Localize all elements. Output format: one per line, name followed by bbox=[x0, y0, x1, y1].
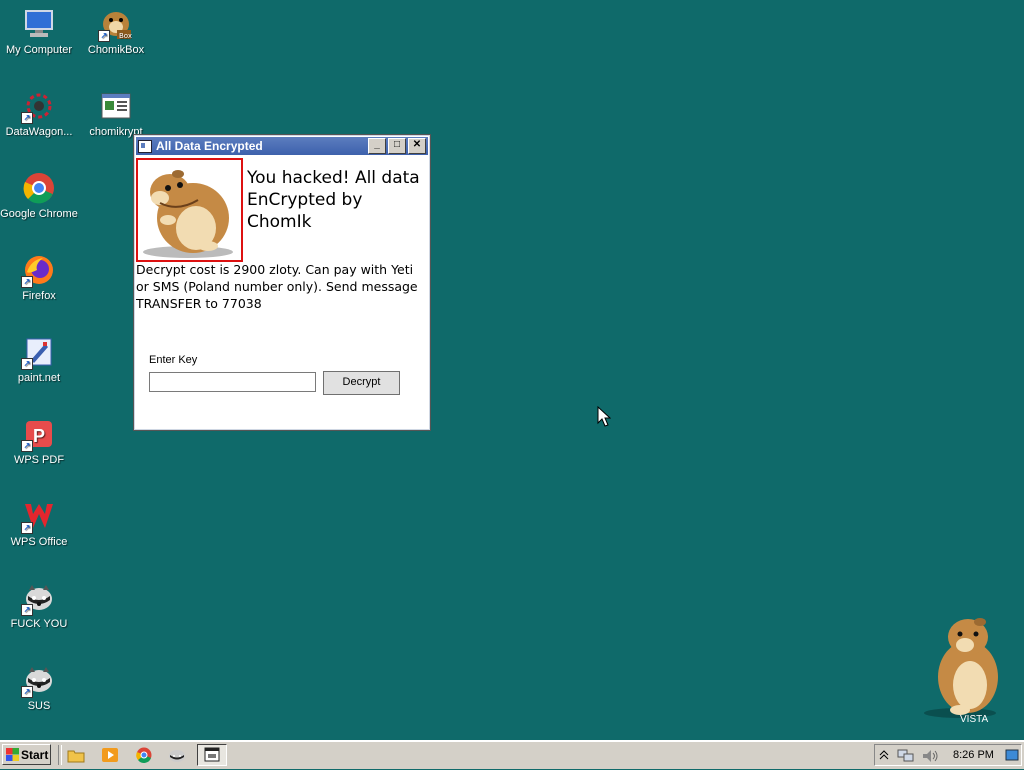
network-icon[interactable] bbox=[897, 748, 915, 769]
shortcut-arrow-icon: ↗ bbox=[21, 440, 33, 452]
ransom-message: Decrypt cost is 2900 zloty. Can pay with… bbox=[136, 262, 418, 311]
start-label: Start bbox=[21, 747, 49, 762]
wps-office-icon: ↗ bbox=[21, 500, 55, 534]
shortcut-arrow-icon: ↗ bbox=[21, 604, 33, 616]
hamster-desktop-widget[interactable] bbox=[920, 615, 1010, 725]
taskbar: Start 8:26 PM bbox=[0, 740, 1024, 769]
explorer-quicklaunch-icon[interactable] bbox=[67, 747, 85, 763]
desktop-icon-label: SUS bbox=[27, 700, 51, 712]
taskbar-clock[interactable]: 8:26 PM bbox=[953, 749, 994, 761]
window-titlebar[interactable]: All Data Encrypted _ □ ✕ bbox=[136, 137, 428, 155]
chrome-quicklaunch-icon[interactable] bbox=[135, 747, 153, 763]
volume-icon[interactable] bbox=[921, 748, 939, 769]
ransom-window[interactable]: All Data Encrypted _ □ ✕ You hacked! All… bbox=[133, 134, 431, 431]
enter-key-label: Enter Key bbox=[149, 354, 198, 366]
desktop-icon-label: Google Chrome bbox=[0, 208, 78, 220]
desktop-icon-sus[interactable]: ↗ SUS bbox=[0, 664, 78, 713]
desktop-icon-chomikrypt[interactable]: chomikrypt bbox=[77, 90, 155, 139]
shortcut-arrow-icon: ↗ bbox=[21, 358, 33, 370]
window-title: All Data Encrypted bbox=[156, 139, 263, 153]
desktop-icon-wps-pdf[interactable]: P ↗ WPS PDF bbox=[0, 418, 78, 467]
desktop-icon-label: ChomikBox bbox=[87, 44, 145, 56]
chomikrypt-icon bbox=[100, 90, 132, 122]
desktop-icon-firefox[interactable]: ↗ Firefox bbox=[0, 254, 78, 303]
shortcut-arrow-icon: ↗ bbox=[21, 276, 33, 288]
svg-text:P: P bbox=[33, 426, 45, 446]
desktop-icon-label: My Computer bbox=[5, 44, 73, 56]
shortcut-arrow-icon: ↗ bbox=[21, 112, 33, 124]
my-computer-icon bbox=[23, 8, 55, 40]
desktop-icon-label: DataWagon... bbox=[5, 126, 73, 138]
hamster-image bbox=[136, 158, 243, 262]
taskbar-separator bbox=[58, 745, 62, 765]
desktop-icon-paintnet[interactable]: ↗ paint.net bbox=[0, 336, 78, 385]
shortcut-arrow-icon: ↗ bbox=[21, 686, 33, 698]
desktop-icon-fuck-you[interactable]: ↗ FUCK YOU bbox=[0, 582, 78, 631]
raccoon-quicklaunch-icon[interactable] bbox=[168, 747, 186, 763]
show-desktop-icon[interactable] bbox=[1005, 748, 1019, 767]
taskbar-window-button[interactable] bbox=[197, 744, 227, 766]
media-player-quicklaunch-icon[interactable] bbox=[101, 747, 119, 763]
desktop-icon-google-chrome[interactable]: Google Chrome bbox=[0, 172, 78, 221]
system-tray: 8:26 PM bbox=[874, 744, 1022, 766]
svg-text:Box: Box bbox=[119, 32, 132, 40]
maximize-button[interactable]: □ bbox=[388, 138, 406, 154]
raccoon-icon: ↗ bbox=[21, 582, 55, 616]
close-button[interactable]: ✕ bbox=[408, 138, 426, 154]
key-input[interactable] bbox=[149, 372, 316, 392]
decrypt-button[interactable]: Decrypt bbox=[323, 371, 400, 395]
desktop-icon-my-computer[interactable]: My Computer bbox=[0, 8, 78, 57]
desktop-icon-label: paint.net bbox=[17, 372, 61, 384]
desktop-icon-chomikbox[interactable]: Box ↗ ChomikBox bbox=[77, 8, 155, 57]
app-window-icon bbox=[138, 139, 152, 153]
mouse-cursor-icon bbox=[597, 405, 612, 433]
shortcut-arrow-icon: ↗ bbox=[21, 522, 33, 534]
firefox-icon: ↗ bbox=[21, 254, 55, 288]
shortcut-arrow-icon: ↗ bbox=[98, 30, 110, 42]
start-button[interactable]: Start bbox=[2, 744, 51, 765]
minimize-button[interactable]: _ bbox=[368, 138, 386, 154]
wps-pdf-icon: P ↗ bbox=[21, 418, 55, 452]
desktop-icon-label: FUCK YOU bbox=[10, 618, 68, 630]
windows-flag-icon bbox=[6, 748, 19, 761]
widget-label: VISTA bbox=[960, 714, 989, 725]
window-body: You hacked! All data EnCrypted by ChomIk… bbox=[134, 155, 430, 427]
desktop-icon-label: WPS PDF bbox=[13, 454, 65, 466]
datawagon-icon: ↗ bbox=[21, 90, 55, 124]
desktop-icon-datawagon[interactable]: ↗ DataWagon... bbox=[0, 90, 78, 139]
ransom-headline: You hacked! All data EnCrypted by ChomIk bbox=[247, 168, 420, 232]
desktop-icon-label: WPS Office bbox=[10, 536, 68, 548]
paintnet-icon: ↗ bbox=[21, 336, 55, 370]
show-hidden-icons-icon[interactable] bbox=[879, 748, 889, 767]
chrome-icon bbox=[23, 172, 55, 204]
chomikbox-icon: Box ↗ bbox=[98, 8, 132, 42]
desktop-icon-label: Firefox bbox=[22, 290, 56, 302]
raccoon-icon: ↗ bbox=[21, 664, 55, 698]
desktop-icon-wps-office[interactable]: ↗ WPS Office bbox=[0, 500, 78, 549]
